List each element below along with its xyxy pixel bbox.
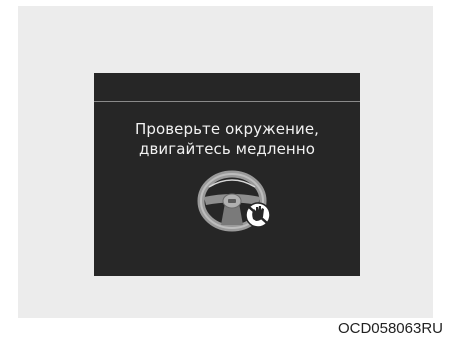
steering-wheel-icon <box>197 170 271 232</box>
warning-line-1: Проверьте окружение, <box>134 120 320 138</box>
warning-line-2: двигайтесь медленно <box>138 140 316 158</box>
steering-wheel-hands-off-icon <box>195 167 285 235</box>
warning-message: Проверьте окружение, двигайтесь медленно <box>94 119 360 159</box>
cluster-display: Проверьте окружение, двигайтесь медленно <box>94 73 360 276</box>
figure-code: OCD058063RU <box>337 320 443 337</box>
display-divider <box>94 101 360 102</box>
